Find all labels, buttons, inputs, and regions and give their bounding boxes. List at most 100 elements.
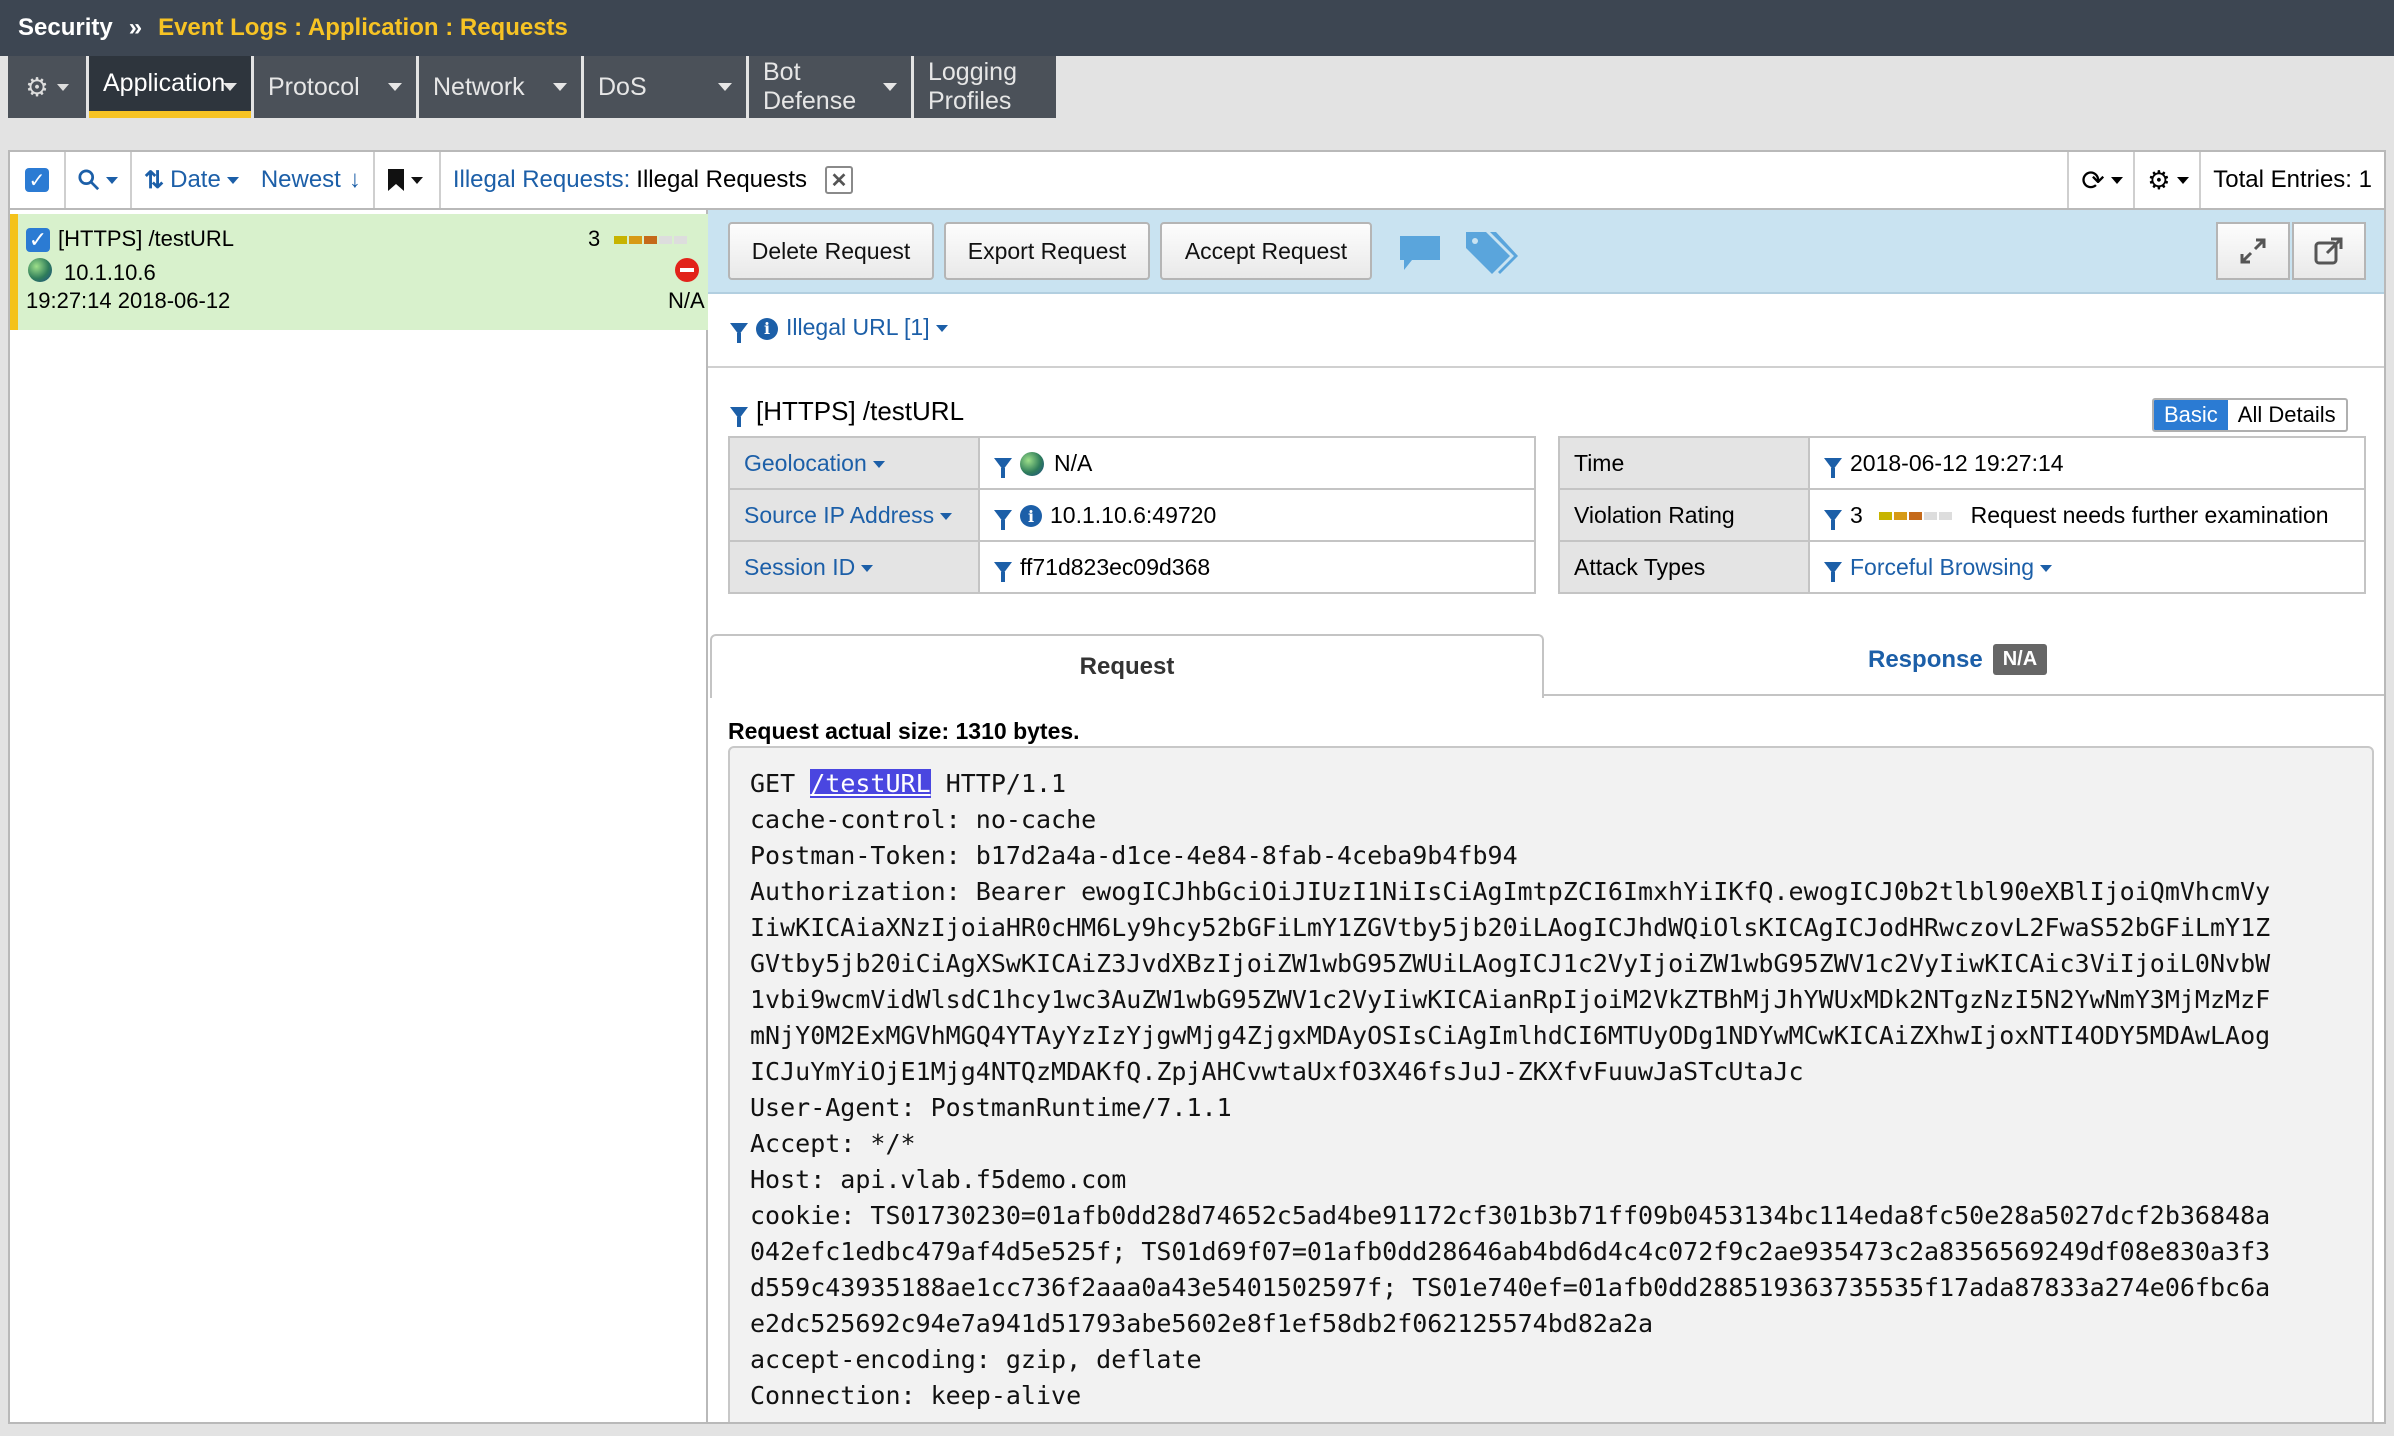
request-size: Request actual size: 1310 bytes. xyxy=(728,718,1080,744)
violation-header[interactable]: i Illegal URL [1] xyxy=(730,314,948,343)
geolocation-label[interactable]: Geolocation xyxy=(728,436,980,490)
rating-value: 3 xyxy=(1850,501,1863,528)
toolbar: ✓ ⇅ Date Newest ↓ Illegal Requests: Ille… xyxy=(8,150,2386,210)
attack-type-link[interactable]: Forceful Browsing xyxy=(1850,554,2034,580)
select-all-checkbox[interactable]: ✓ xyxy=(10,152,66,208)
chevron-down-icon xyxy=(388,83,402,91)
sort-date-button[interactable]: ⇅ Date xyxy=(132,152,251,208)
request-line: Postman-Token: b17d2a4a-d1ce-4e84-8fab-4… xyxy=(750,841,1518,870)
time-label: Time xyxy=(1558,436,1810,490)
rating-value: 3 xyxy=(588,226,601,251)
filter-icon[interactable] xyxy=(994,458,1012,479)
table-row: Session ID ff71d823ec09d368 xyxy=(728,540,1536,594)
filter-icon[interactable] xyxy=(1824,562,1842,583)
filter-icon[interactable] xyxy=(994,562,1012,583)
filter-name[interactable]: Illegal Requests: xyxy=(453,166,630,194)
tab-bot-defense[interactable]: Bot Defense xyxy=(749,56,911,118)
tab-request[interactable]: Request xyxy=(710,634,1544,698)
breadcrumb-section[interactable]: Security xyxy=(18,14,113,42)
info-icon: i xyxy=(756,317,778,340)
source-ip: 10.1.10.6 xyxy=(64,260,156,285)
basic-view-button[interactable]: Basic xyxy=(2154,400,2228,430)
chevron-down-icon xyxy=(872,460,885,468)
refresh-button[interactable]: ⟳ xyxy=(2069,152,2136,208)
total-entries: Total Entries: 1 xyxy=(2201,152,2384,208)
geolocation-value: N/A xyxy=(978,436,1536,490)
checkbox-checked-icon: ✓ xyxy=(25,168,49,192)
search-icon xyxy=(78,169,100,191)
search-button[interactable] xyxy=(66,152,132,208)
tab-label: Network xyxy=(433,72,525,101)
export-request-button[interactable]: Export Request xyxy=(944,222,1150,280)
rating-bar xyxy=(614,236,687,244)
violation-label: Illegal URL [1] xyxy=(786,314,930,340)
action-bar: Delete Request Export Request Accept Req… xyxy=(708,210,2384,294)
bookmark-icon xyxy=(387,169,404,191)
delete-request-button[interactable]: Delete Request xyxy=(728,222,934,280)
all-details-button[interactable]: All Details xyxy=(2228,400,2346,430)
tab-label: Application xyxy=(103,69,226,97)
status-badge: N/A xyxy=(1992,644,2048,675)
tab-logging-profiles[interactable]: Logging Profiles xyxy=(914,56,1056,118)
close-icon[interactable]: ✕ xyxy=(825,166,854,194)
options-button[interactable]: ⚙ xyxy=(2135,152,2202,208)
tab-label: Logging Profiles xyxy=(928,58,1017,115)
page-title: [HTTPS] /testURL xyxy=(756,396,965,426)
request-line: cookie: TS01730230=01afb0dd28d74652c5ad4… xyxy=(750,1201,2271,1230)
label-text: Geolocation xyxy=(744,449,867,476)
filter-icon[interactable] xyxy=(730,407,748,428)
raw-request: GET /testURL HTTP/1.1 cache-control: no-… xyxy=(728,746,2374,1422)
tags-icon[interactable] xyxy=(1464,230,1518,276)
source-ip-label[interactable]: Source IP Address xyxy=(728,488,980,542)
info-icon[interactable]: i xyxy=(1020,505,1042,528)
table-row: Time 2018-06-12 19:27:14 xyxy=(1558,436,2366,490)
main-tab-bar: ⚙ Application Protocol Network DoS Bot D… xyxy=(8,56,1059,118)
filter-icon[interactable] xyxy=(1824,458,1842,479)
request-list: ✓ [HTTPS] /testURL 3 10.1.10.6 N/A 19:27… xyxy=(8,210,708,1424)
accept-request-button[interactable]: Accept Request xyxy=(1160,222,1372,280)
filter-icon[interactable] xyxy=(994,510,1012,531)
total-entries-label: Total Entries: 1 xyxy=(2213,166,2372,193)
tab-application[interactable]: Application xyxy=(89,56,251,118)
sort-icon: ⇅ xyxy=(144,166,165,194)
external-link-icon xyxy=(2314,237,2343,265)
chevron-down-icon xyxy=(861,564,874,572)
tab-label: Bot Defense xyxy=(763,58,857,115)
chevron-down-icon xyxy=(718,83,732,91)
tab-network[interactable]: Network xyxy=(419,56,581,118)
list-item[interactable]: ✓ [HTTPS] /testURL 3 10.1.10.6 N/A 19:27… xyxy=(10,214,708,330)
sort-label: Date xyxy=(170,166,221,193)
chevron-down-icon xyxy=(935,325,948,333)
request-line: IiwKICAiaXNzIjoiaHR0cHM6Ly9hcy52bGFiLmY1… xyxy=(750,913,2271,942)
request-line: d559c43935188ae1cc736f2aaa0a43e540150259… xyxy=(750,1273,2271,1302)
breadcrumb-separator: » xyxy=(128,14,143,41)
bookmark-button[interactable] xyxy=(375,152,441,208)
tab-response[interactable]: Response N/A xyxy=(1868,644,2048,675)
value-text: 2018-06-12 19:27:14 xyxy=(1850,449,2064,476)
expand-button[interactable] xyxy=(2216,222,2290,280)
row-checkbox[interactable]: ✓ xyxy=(26,227,50,252)
request-line: GET /testURL HTTP/1.1 xyxy=(750,766,2352,802)
tab-protocol[interactable]: Protocol xyxy=(254,56,416,118)
tab-label: Protocol xyxy=(268,72,360,101)
expand-icon xyxy=(2240,238,2266,264)
comment-icon[interactable] xyxy=(1398,234,1442,272)
tab-dos[interactable]: DoS xyxy=(584,56,746,118)
value-text: ff71d823ec09d368 xyxy=(1020,553,1211,580)
rating-bar xyxy=(1879,512,1953,521)
tab-settings[interactable]: ⚙ xyxy=(8,56,86,118)
order-newest-button[interactable]: Newest ↓ xyxy=(251,152,375,208)
request-detail: Delete Request Export Request Accept Req… xyxy=(708,210,2386,1424)
filter-icon[interactable] xyxy=(1824,510,1842,531)
value-text: 10.1.10.6:49720 xyxy=(1050,501,1217,528)
arrow-down-icon: ↓ xyxy=(348,166,361,193)
session-id-label[interactable]: Session ID xyxy=(728,540,980,594)
breadcrumb[interactable]: Event Logs : Application : Requests xyxy=(158,14,568,42)
divider xyxy=(1544,694,2384,696)
violation-details-table: Time 2018-06-12 19:27:14 Violation Ratin… xyxy=(1558,436,2366,594)
request-line: 1vbi9wcmVidWlsdC1hcy1wc3AuZW1wbG95ZWV1c2… xyxy=(750,985,2271,1014)
gear-icon: ⚙ xyxy=(25,71,49,102)
value-text: Request needs further examination xyxy=(1970,501,2329,528)
open-external-button[interactable] xyxy=(2292,222,2366,280)
chevron-down-icon[interactable] xyxy=(2040,564,2053,572)
